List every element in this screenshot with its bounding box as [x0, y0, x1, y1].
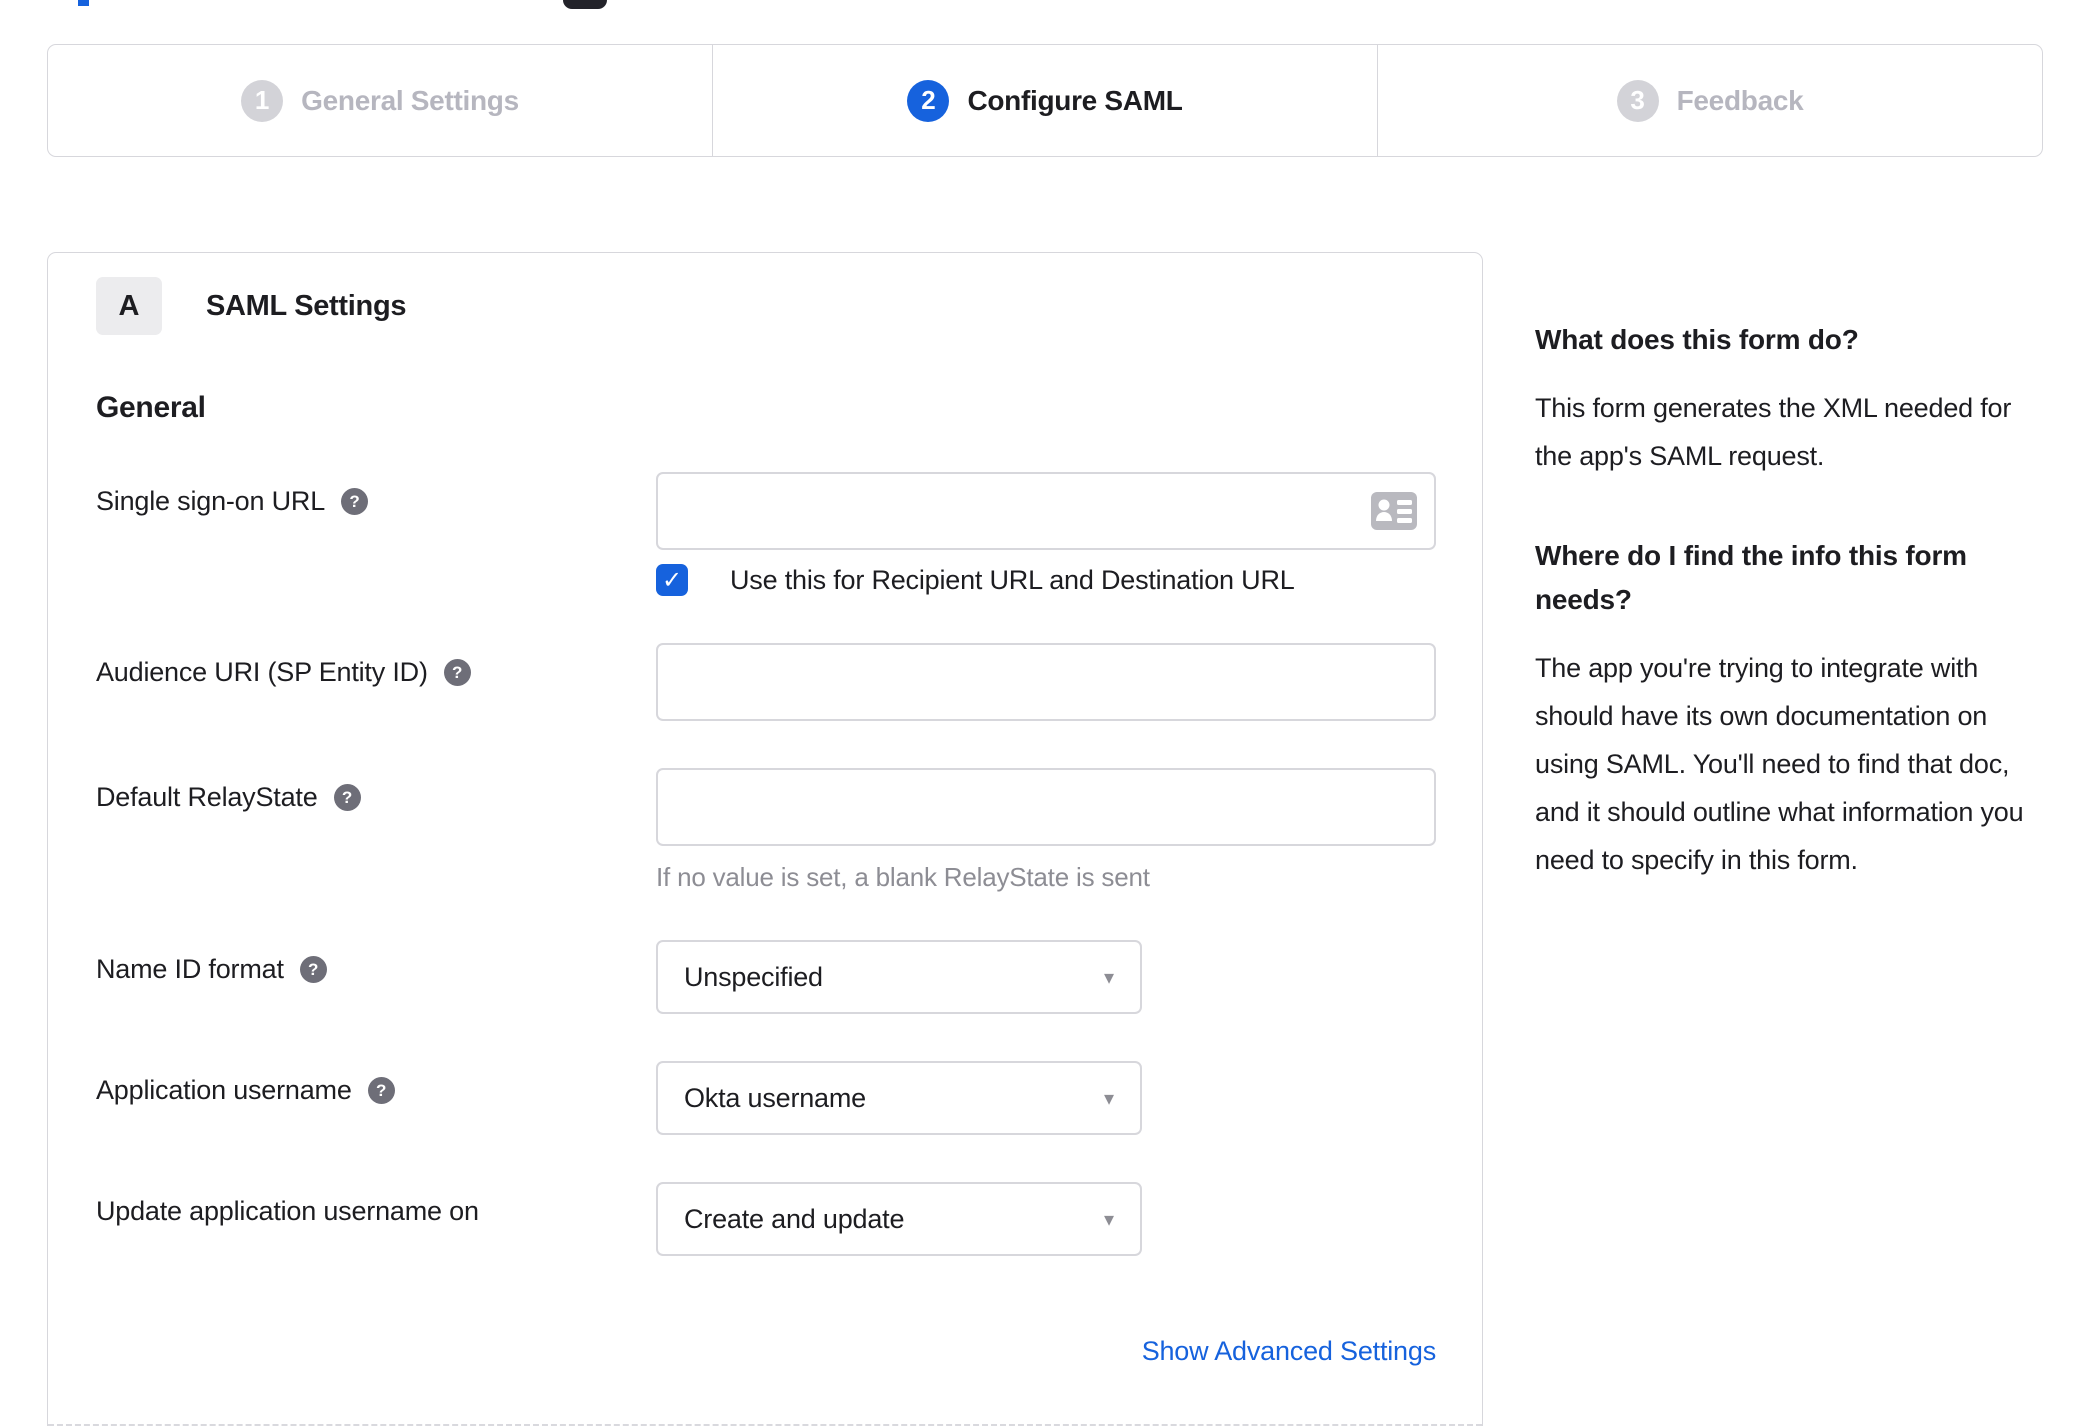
show-advanced-settings-link[interactable]: Show Advanced Settings: [1142, 1336, 1437, 1366]
sidebar-paragraph-where: The app you're trying to integrate with …: [1535, 653, 2024, 875]
cutoff-logo-fragment: [78, 0, 89, 6]
step-feedback[interactable]: 3 Feedback: [1377, 45, 2042, 156]
address-card-icon: [1371, 492, 1417, 530]
sso-url-row: Single sign-on URL ? ✓ Use this for Reci…: [96, 472, 1436, 596]
step-1-number: 1: [241, 79, 284, 122]
step-configure-saml[interactable]: 2 Configure SAML: [712, 45, 1377, 156]
audience-uri-label-group: Audience URI (SP Entity ID) ?: [96, 643, 656, 721]
chevron-down-icon: ▾: [1103, 966, 1114, 989]
chevron-down-icon: ▾: [1103, 1087, 1114, 1110]
chevron-down-icon: ▾: [1103, 1208, 1114, 1231]
step-3-number: 3: [1616, 79, 1659, 122]
update-username-row: Update application username on Create an…: [96, 1182, 1434, 1256]
configure-saml-page: { "icons": { "help": "?", "check": "✓", …: [0, 0, 2092, 1426]
saml-settings-panel: A SAML Settings General Single sign-on U…: [47, 252, 1483, 1426]
sidebar-paragraph-what: This form generates the XML needed for t…: [1535, 393, 2012, 471]
sso-url-help-icon[interactable]: ?: [341, 488, 369, 515]
section-a-badge: A: [96, 277, 162, 335]
relaystate-input-wrap: [656, 768, 1436, 846]
relaystate-label: Default RelayState: [96, 782, 318, 812]
application-username-value: Okta username: [684, 1082, 866, 1113]
sso-url-input-wrap: [656, 472, 1436, 550]
help-sidebar: What does this form do? This form genera…: [1535, 318, 2040, 884]
update-username-value: Create and update: [684, 1203, 905, 1234]
step-general-settings[interactable]: 1 General Settings: [48, 45, 712, 156]
recipient-url-checkbox[interactable]: ✓: [656, 564, 688, 596]
relaystate-help-icon[interactable]: ?: [333, 784, 361, 811]
application-username-label-group: Application username ?: [96, 1061, 656, 1135]
application-username-select[interactable]: Okta username ▾: [656, 1061, 1142, 1135]
update-username-label-group: Update application username on: [96, 1182, 656, 1256]
name-id-format-label-group: Name ID format ?: [96, 940, 656, 1014]
panel-header: A SAML Settings: [96, 277, 1434, 335]
relaystate-row: Default RelayState ? If no value is set,…: [96, 768, 1436, 893]
update-username-label: Update application username on: [96, 1196, 479, 1226]
sidebar-heading-where: Where do I find the info this form needs…: [1535, 540, 1967, 615]
audience-uri-input[interactable]: [656, 643, 1436, 721]
application-username-label: Application username: [96, 1075, 352, 1105]
name-id-format-value: Unspecified: [684, 961, 823, 992]
update-username-select[interactable]: Create and update ▾: [656, 1182, 1142, 1256]
name-id-format-row: Name ID format ? Unspecified ▾: [96, 940, 1434, 1014]
step-1-label: General Settings: [301, 84, 519, 116]
step-2-label: Configure SAML: [967, 84, 1183, 116]
cutoff-title-fragment: [563, 0, 607, 9]
general-group-heading: General: [96, 391, 206, 424]
sso-url-input[interactable]: [656, 472, 1436, 550]
section-title: SAML Settings: [206, 289, 407, 322]
relaystate-label-group: Default RelayState ?: [96, 768, 656, 893]
audience-uri-row: Audience URI (SP Entity ID) ?: [96, 643, 1436, 721]
name-id-format-label: Name ID format: [96, 954, 284, 984]
advanced-settings-row: Show Advanced Settings: [656, 1336, 1437, 1367]
sso-url-label: Single sign-on URL: [96, 486, 326, 516]
name-id-format-select[interactable]: Unspecified ▾: [656, 940, 1142, 1014]
recipient-url-checkbox-row: ✓ Use this for Recipient URL and Destina…: [656, 564, 1436, 596]
step-3-label: Feedback: [1676, 84, 1804, 116]
application-username-row: Application username ? Okta username ▾: [96, 1061, 1434, 1135]
audience-uri-help-icon[interactable]: ?: [443, 659, 471, 686]
wizard-stepper: 1 General Settings 2 Configure SAML 3 Fe…: [47, 44, 2043, 157]
relaystate-input[interactable]: [656, 768, 1436, 846]
step-2-number: 2: [907, 79, 950, 122]
name-id-format-help-icon[interactable]: ?: [299, 956, 327, 983]
sidebar-heading-what: What does this form do?: [1535, 324, 1859, 355]
application-username-help-icon[interactable]: ?: [367, 1077, 395, 1104]
sso-url-label-group: Single sign-on URL ?: [96, 472, 656, 596]
recipient-url-checkbox-label[interactable]: Use this for Recipient URL and Destinati…: [730, 565, 1295, 596]
audience-uri-label: Audience URI (SP Entity ID): [96, 657, 428, 687]
audience-uri-input-wrap: [656, 643, 1436, 721]
relaystate-hint: If no value is set, a blank RelayState i…: [656, 862, 1150, 892]
